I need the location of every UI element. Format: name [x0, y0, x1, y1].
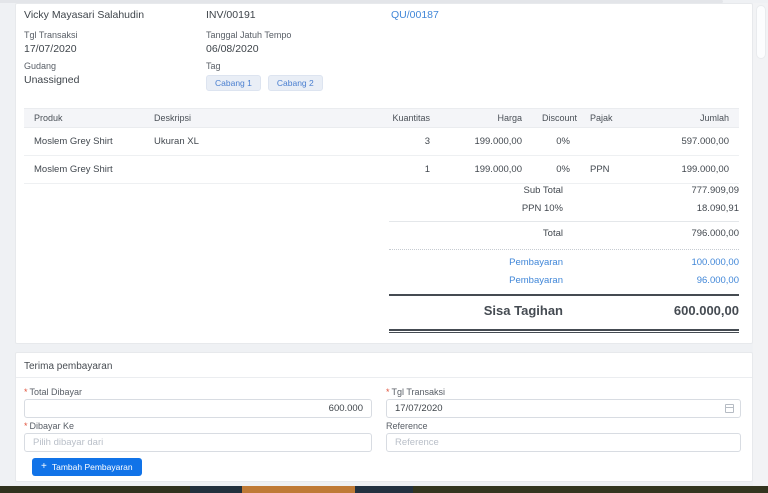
panel-title: Terima pembayaran [24, 361, 113, 372]
quotation-link[interactable]: QU/00187 [391, 9, 439, 21]
cell-kuantitas: 3 [370, 127, 440, 156]
tgl-transaksi-label: Tgl Transaksi [24, 30, 78, 40]
payment-row: Pembayaran 96.000,00 [389, 272, 739, 290]
dotted-divider [389, 249, 739, 250]
product-link[interactable]: Moslem Grey Shirt [24, 127, 144, 156]
receive-payment-panel: Terima pembayaran *Total Dibayar *Dibaya… [15, 352, 753, 482]
strip-segment-navy [355, 486, 413, 493]
scrollbar-thumb[interactable] [756, 5, 766, 59]
line-items-table: Produk Deskripsi Kuantitas Harga Discoun… [24, 108, 739, 184]
cell-deskripsi [144, 155, 370, 184]
tgl-transaksi-form-label: * Tgl Transaksi [386, 387, 446, 397]
cell-deskripsi: Ukuran XL [144, 127, 370, 156]
col-discount: Discount [532, 108, 580, 128]
reference-label: Reference [386, 421, 428, 431]
tgl-transaksi-value: 17/07/2020 [24, 43, 77, 55]
col-kuantitas: Kuantitas [370, 108, 440, 128]
divider-double [389, 329, 739, 333]
reference-input[interactable] [386, 433, 741, 452]
balance-value: 600.000,00 [673, 303, 739, 318]
tag-chip-cabang-2[interactable]: Cabang 2 [267, 75, 323, 91]
col-produk: Produk [24, 108, 144, 128]
product-link[interactable]: Moslem Grey Shirt [24, 155, 144, 184]
required-marker: * [386, 387, 390, 397]
cell-harga: 199.000,00 [440, 127, 532, 156]
balance-row: Sisa Tagihan 600.000,00 [389, 297, 739, 325]
tambah-pembayaran-button[interactable]: + Tambah Pembayaran [32, 458, 142, 476]
cell-jumlah: 597.000,00 [622, 127, 739, 156]
cell-pajak [580, 127, 622, 156]
invoice-detail-panel: Vicky Mayasari Salahudin Tgl Transaksi 1… [15, 3, 753, 344]
strip-segment-olive [413, 486, 768, 493]
col-jumlah: Jumlah [622, 108, 739, 128]
strip-segment-navy [190, 486, 242, 493]
plus-icon: + [41, 461, 47, 472]
payment-row: Pembayaran 100.000,00 [389, 254, 739, 272]
col-harga: Harga [440, 108, 532, 128]
invoice-number: INV/00191 [206, 9, 256, 21]
total-row: Total 796.000,00 [389, 225, 739, 243]
tag-label: Tag [206, 61, 221, 71]
col-pajak: Pajak [580, 108, 622, 128]
scrollbar-track[interactable] [753, 3, 768, 486]
strip-segment-orange [242, 486, 355, 493]
total-dibayar-label: * Total Dibayar [24, 387, 83, 397]
totals-block: Sub Total 777.909,09 PPN 10% 18.090,91 T… [389, 182, 739, 333]
tax-value: 18.090,91 [696, 203, 739, 214]
total-value: 796.000,00 [691, 228, 739, 239]
gudang-label: Gudang [24, 61, 57, 71]
dibayar-ke-input[interactable] [24, 433, 372, 452]
tag-chips: Cabang 1 Cabang 2 [206, 75, 323, 91]
total-label: Total [542, 228, 563, 239]
tax-row: PPN 10% 18.090,91 [389, 200, 739, 218]
total-dibayar-input[interactable] [24, 399, 372, 418]
subtotal-row: Sub Total 777.909,09 [389, 182, 739, 200]
table-row: Moslem Grey Shirt Ukuran XL 3 199.000,00… [24, 127, 739, 156]
cell-kuantitas: 1 [370, 155, 440, 184]
payment-link[interactable]: Pembayaran [389, 254, 563, 272]
cell-discount: 0% [532, 155, 580, 184]
subtotal-value: 777.909,09 [691, 185, 739, 196]
customer-name: Vicky Mayasari Salahudin [24, 9, 145, 21]
table-row: Moslem Grey Shirt 1 199.000,00 0% PPN 19… [24, 155, 739, 184]
jatuh-tempo-label: Tanggal Jatuh Tempo [206, 30, 292, 40]
cell-discount: 0% [532, 127, 580, 156]
tgl-transaksi-input[interactable] [386, 399, 741, 418]
cell-pajak: PPN [580, 155, 622, 184]
calendar-icon[interactable] [725, 404, 734, 413]
table-header-row: Produk Deskripsi Kuantitas Harga Discoun… [24, 108, 739, 128]
cell-harga: 199.000,00 [440, 155, 532, 184]
payment-value: 96.000,00 [696, 275, 739, 286]
payment-link[interactable]: Pembayaran [389, 272, 563, 290]
divider [16, 377, 752, 378]
cell-jumlah: 199.000,00 [622, 155, 739, 184]
payment-value: 100.000,00 [691, 257, 739, 268]
divider [389, 221, 739, 222]
bottom-edge-strip [0, 486, 768, 493]
invoice-header: Vicky Mayasari Salahudin Tgl Transaksi 1… [24, 4, 739, 104]
gudang-value: Unassigned [24, 74, 80, 86]
tag-chip-cabang-1[interactable]: Cabang 1 [206, 75, 261, 91]
strip-segment-olive [0, 486, 190, 493]
col-deskripsi: Deskripsi [144, 108, 370, 128]
required-marker: * [24, 387, 28, 397]
required-marker: * [24, 421, 28, 431]
divider-dark [389, 294, 739, 296]
balance-label: Sisa Tagihan [483, 303, 563, 318]
dibayar-ke-label: * Dibayar Ke [24, 421, 75, 431]
subtotal-label: Sub Total [523, 185, 563, 196]
tax-label: PPN 10% [521, 203, 563, 214]
add-payment-label: Tambah Pembayaran [51, 462, 133, 472]
jatuh-tempo-value: 06/08/2020 [206, 43, 259, 55]
